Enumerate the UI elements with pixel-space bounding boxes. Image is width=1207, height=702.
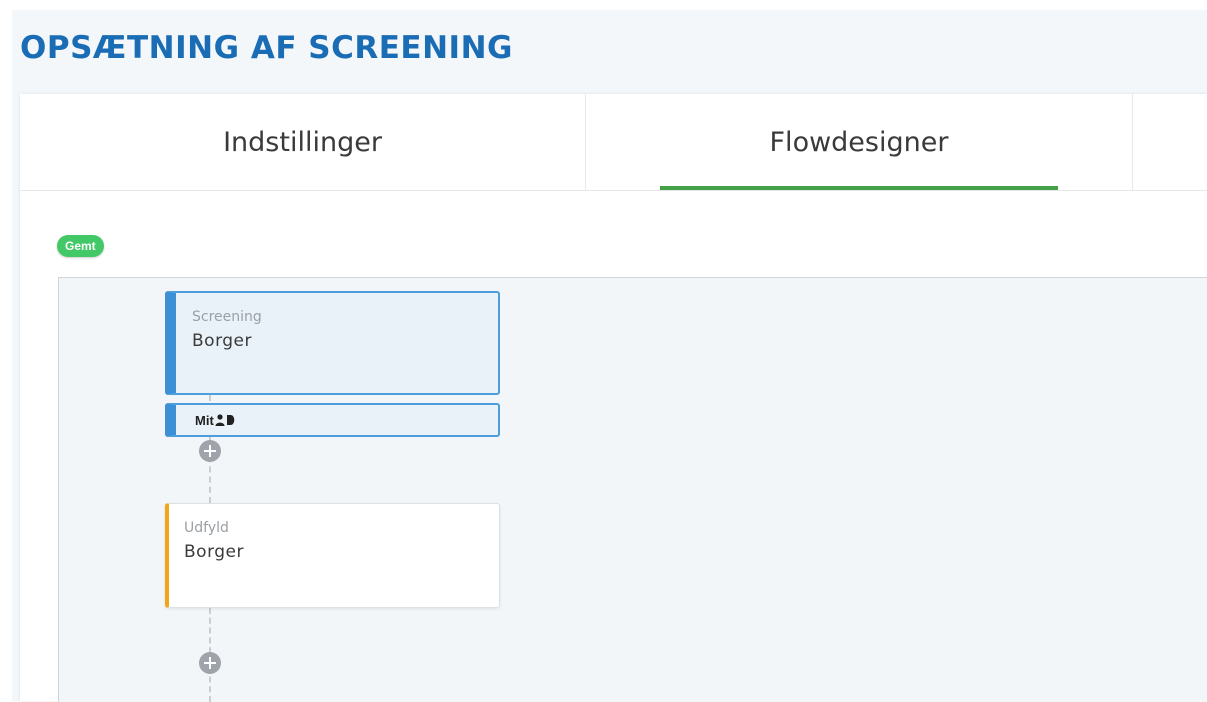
main-panel: Indstillinger Flowdesigner Gemt Screenin… xyxy=(20,94,1207,702)
tab-flowdesigner[interactable]: Flowdesigner xyxy=(586,94,1133,190)
tab-more[interactable] xyxy=(1133,94,1207,190)
mitid-logo-icon xyxy=(215,414,235,426)
tab-indstillinger[interactable]: Indstillinger xyxy=(20,94,586,190)
mitid-logo: Mit xyxy=(195,413,237,428)
flow-node-auth-mitid[interactable]: Mit xyxy=(165,403,500,437)
node-name-label: Borger xyxy=(184,542,244,562)
flow-node-screening[interactable]: Screening Borger xyxy=(165,291,500,395)
tab-bar: Indstillinger Flowdesigner xyxy=(20,94,1207,191)
tab-label: Flowdesigner xyxy=(769,126,949,158)
node-type-label: Udfyld xyxy=(184,520,229,536)
node-type-label: Screening xyxy=(192,309,262,325)
add-step-plus-icon[interactable] xyxy=(199,652,221,674)
page-title: OPSÆTNING AF SCREENING xyxy=(20,30,513,66)
flow-node-udfyld[interactable]: Udfyld Borger xyxy=(165,503,500,608)
node-name-label: Borger xyxy=(192,331,252,351)
flow-canvas[interactable]: Screening Borger Mit Udfyld Borger xyxy=(58,277,1207,702)
mitid-text: Mit xyxy=(195,412,214,428)
tab-label: Indstillinger xyxy=(223,126,382,158)
active-tab-indicator xyxy=(660,186,1058,190)
add-step-plus-icon[interactable] xyxy=(199,440,221,462)
saved-status-badge: Gemt xyxy=(57,235,104,257)
